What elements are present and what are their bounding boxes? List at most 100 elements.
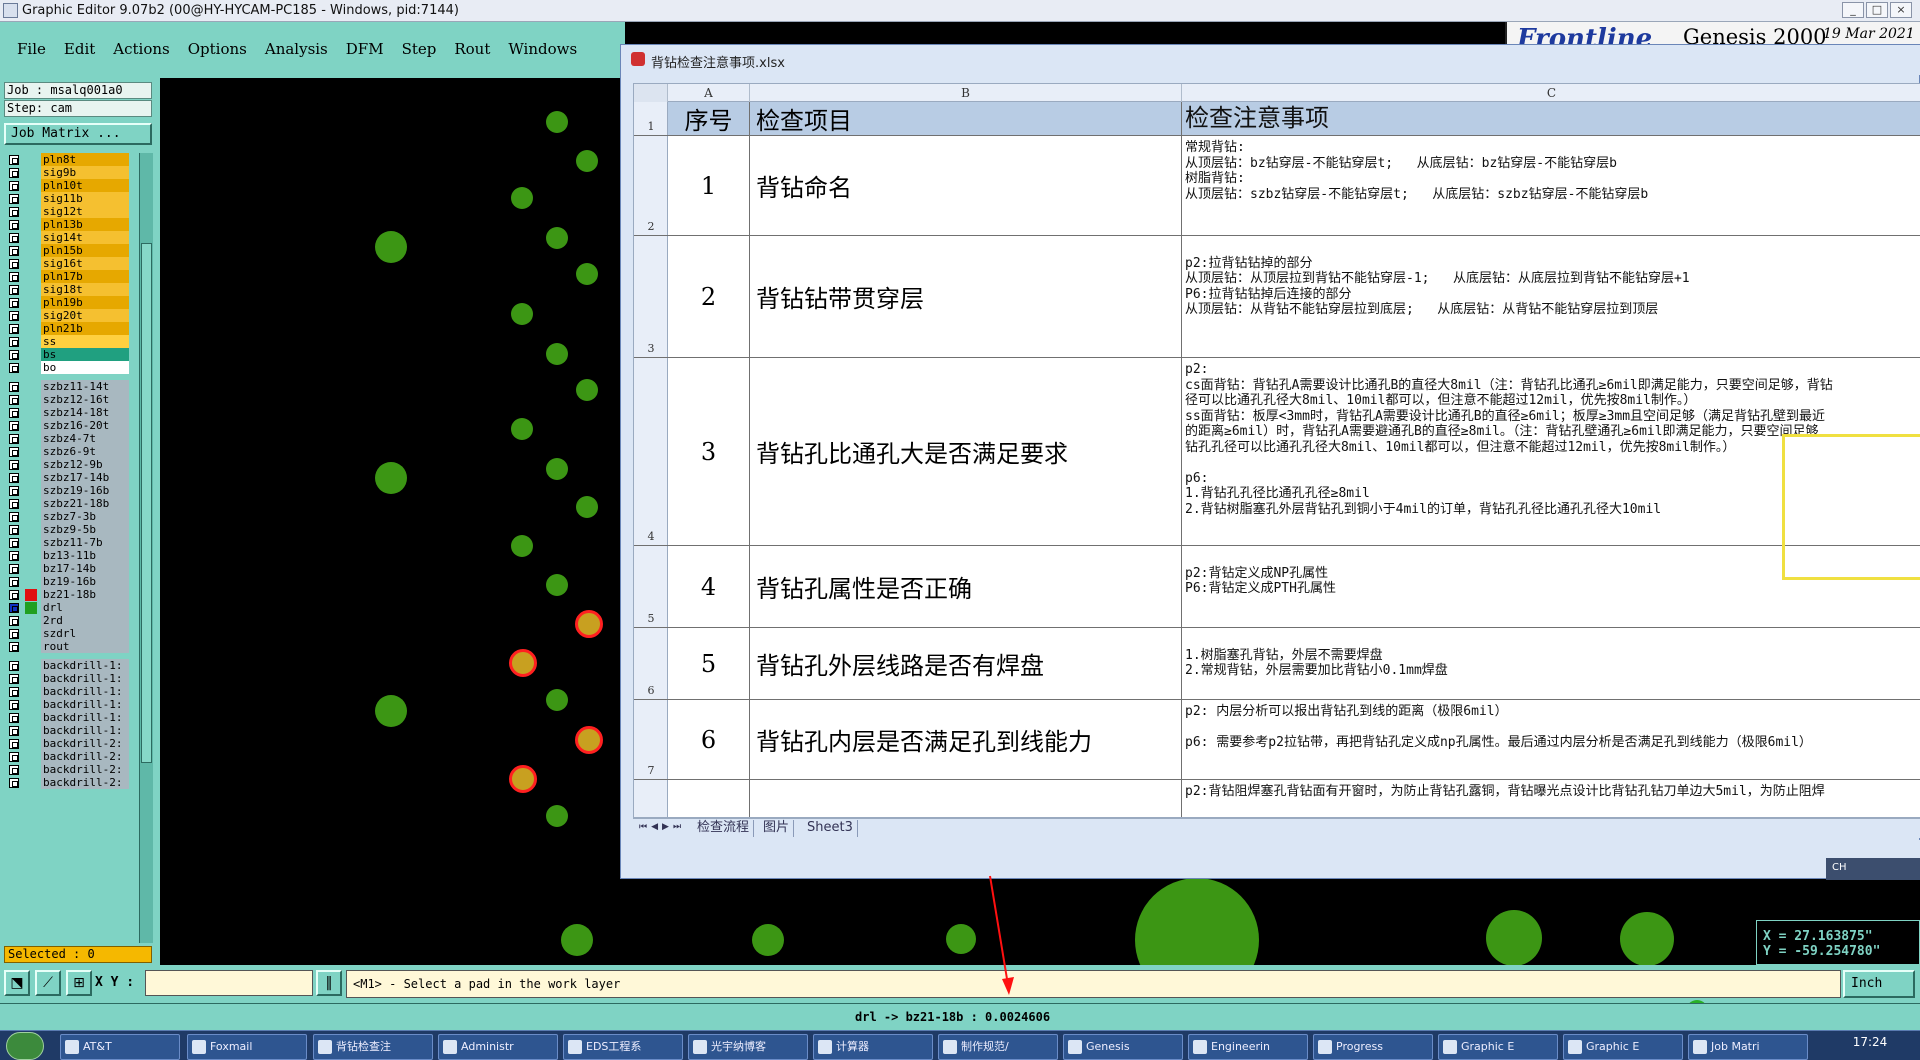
cell-notes[interactable]: 1.树脂塞孔背钻，外层不需要焊盘 2.常规背钻，外层需要加比背钻小0.1mm焊盘 (1182, 628, 1920, 699)
layer-name[interactable]: backdrill-1: (41, 672, 129, 685)
taskbar-item[interactable]: EDS工程系 (563, 1034, 683, 1060)
menu-step[interactable]: Step (393, 40, 446, 58)
selected-pad[interactable] (509, 765, 537, 793)
cell-item[interactable]: 背钻孔属性是否正确 (750, 546, 1182, 627)
row-number[interactable]: 4 (634, 358, 668, 545)
menu-analysis[interactable]: Analysis (256, 40, 337, 58)
layer-checkbox[interactable] (9, 272, 19, 282)
layer-name[interactable]: backdrill-2: (41, 750, 129, 763)
layer-checkbox[interactable] (9, 778, 19, 788)
cell-index[interactable] (668, 780, 750, 817)
layer-row[interactable]: bs (6, 348, 136, 362)
header-cell-index[interactable]: 序号 (668, 102, 750, 135)
layer-name[interactable]: bz17-14b (41, 562, 129, 575)
cell-item[interactable] (750, 780, 1182, 817)
layer-row[interactable]: szbz12-16t (6, 393, 136, 407)
header-cell-notes[interactable]: 检查注意事项 (1182, 102, 1920, 135)
layer-row[interactable]: sig12t (6, 205, 136, 219)
select-all-corner[interactable] (634, 84, 668, 102)
layer-name[interactable]: pln10t (41, 179, 129, 192)
layer-name[interactable]: sig12t (41, 205, 129, 218)
layer-name[interactable]: backdrill-1: (41, 698, 129, 711)
column-header-a[interactable]: A (668, 84, 750, 102)
menu-edit[interactable]: Edit (55, 40, 104, 58)
pad[interactable] (752, 924, 784, 956)
menu-rout[interactable]: Rout (445, 40, 499, 58)
layer-checkbox[interactable] (9, 603, 19, 613)
layer-checkbox[interactable] (9, 298, 19, 308)
menu-file[interactable]: File (8, 40, 55, 58)
layer-row[interactable]: szbz14-18t (6, 406, 136, 420)
layer-name[interactable]: szbz19-16b (41, 484, 129, 497)
cell-index[interactable]: 5 (668, 628, 750, 699)
cell-index[interactable]: 1 (668, 136, 750, 235)
layer-checkbox[interactable] (9, 512, 19, 522)
layer-checkbox[interactable] (9, 324, 19, 334)
cell-index[interactable]: 6 (668, 700, 750, 779)
row-number[interactable]: 6 (634, 628, 668, 699)
layer-checkbox[interactable] (9, 434, 19, 444)
pad[interactable] (375, 695, 407, 727)
layer-row[interactable]: szbz19-16b (6, 484, 136, 498)
layer-checkbox[interactable] (9, 590, 19, 600)
taskbar-item[interactable]: 背钻检查注 (313, 1034, 433, 1060)
pad[interactable] (546, 343, 568, 365)
row-number[interactable]: 1 (634, 102, 668, 135)
layer-checkbox[interactable] (9, 674, 19, 684)
pad[interactable] (546, 227, 568, 249)
pad[interactable] (576, 150, 598, 172)
layer-name[interactable]: drl (41, 601, 129, 614)
layer-name[interactable]: backdrill-1: (41, 685, 129, 698)
cell-item[interactable]: 背钻孔外层线路是否有焊盘 (750, 628, 1182, 699)
layer-name[interactable]: szbz17-14b (41, 471, 129, 484)
layer-row[interactable]: backdrill-1: (6, 711, 136, 725)
menu-options[interactable]: Options (179, 40, 256, 58)
layer-name[interactable]: szbz14-18t (41, 406, 129, 419)
layer-row[interactable]: backdrill-2: (6, 750, 136, 764)
layer-name[interactable]: backdrill-2: (41, 776, 129, 789)
row-number[interactable]: 2 (634, 136, 668, 235)
layer-checkbox[interactable] (9, 421, 19, 431)
layer-checkbox[interactable] (9, 233, 19, 243)
layer-name[interactable]: szbz12-16t (41, 393, 129, 406)
layer-row[interactable]: szbz7-3b (6, 510, 136, 524)
selected-pad[interactable] (509, 649, 537, 677)
cell-notes[interactable]: p2:拉背钻钻掉的部分 从顶层钻：从顶层拉到背钻不能钻穿层-1; 从底层钻：从底… (1182, 236, 1920, 357)
layer-row[interactable]: pln10t (6, 179, 136, 193)
layer-name[interactable]: backdrill-1: (41, 724, 129, 737)
layer-name[interactable]: szbz21-18b (41, 497, 129, 510)
layer-row[interactable]: szbz17-14b (6, 471, 136, 485)
taskbar-item[interactable]: Genesis (1063, 1034, 1183, 1060)
layer-checkbox[interactable] (9, 473, 19, 483)
layer-name[interactable]: szbz9-5b (41, 523, 129, 536)
layer-row[interactable]: szbz11-7b (6, 536, 136, 550)
layer-checkbox[interactable] (9, 259, 19, 269)
layer-row[interactable]: pln13b (6, 218, 136, 232)
pad[interactable] (511, 303, 533, 325)
layer-row[interactable]: backdrill-2: (6, 763, 136, 777)
layer-checkbox[interactable] (9, 577, 19, 587)
cell-item[interactable]: 背钻孔比通孔大是否满足要求 (750, 358, 1182, 545)
pad[interactable] (375, 231, 407, 263)
layer-name[interactable]: backdrill-1: (41, 711, 129, 724)
layer-checkbox[interactable] (9, 285, 19, 295)
layer-row[interactable]: bz13-11b (6, 549, 136, 563)
taskbar-item[interactable]: 计算器 (813, 1034, 933, 1060)
layer-checkbox[interactable] (9, 382, 19, 392)
layer-checkbox[interactable] (9, 155, 19, 165)
layer-checkbox[interactable] (9, 564, 19, 574)
layer-name[interactable]: backdrill-2: (41, 737, 129, 750)
layer-row[interactable]: sig9b (6, 166, 136, 180)
layer-name[interactable]: sig14t (41, 231, 129, 244)
layer-name[interactable]: rout (41, 640, 129, 653)
pad[interactable] (1486, 910, 1542, 966)
layer-row[interactable]: backdrill-1: (6, 685, 136, 699)
layer-row[interactable]: sig14t (6, 231, 136, 245)
layer-name[interactable]: sig9b (41, 166, 129, 179)
menu-windows[interactable]: Windows (499, 40, 586, 58)
pad[interactable] (546, 805, 568, 827)
layer-row[interactable]: ss (6, 335, 136, 349)
layer-name[interactable]: bz21-18b (41, 588, 129, 601)
layer-checkbox[interactable] (9, 363, 19, 373)
layer-name[interactable]: sig11b (41, 192, 129, 205)
